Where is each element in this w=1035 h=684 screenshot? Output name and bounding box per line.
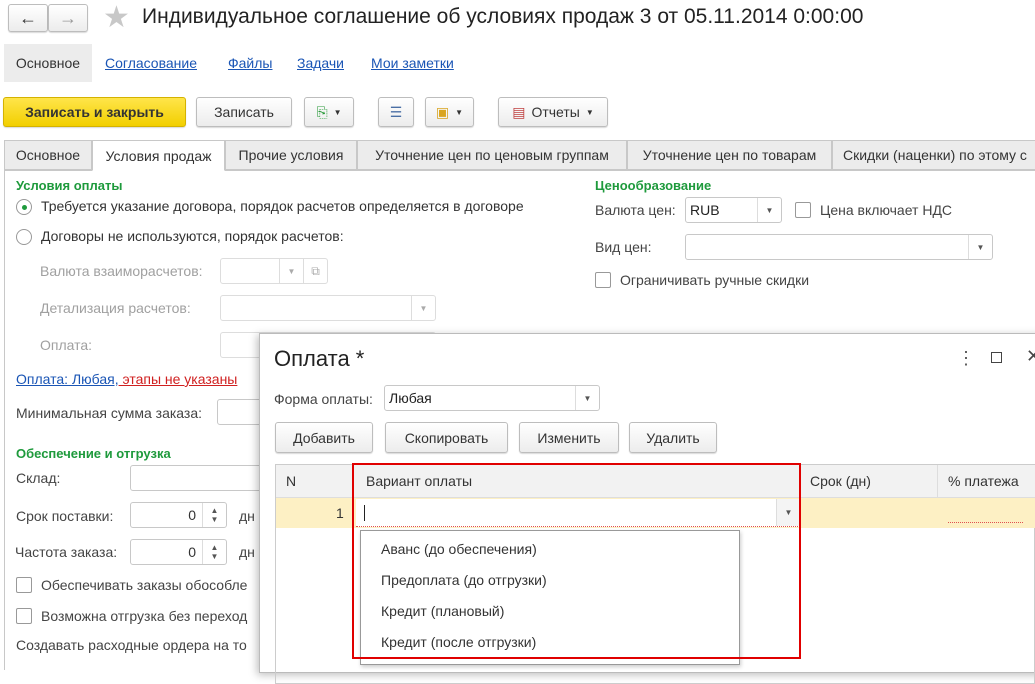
price-type-label: Вид цен: <box>595 239 652 255</box>
percent-cell-underline <box>948 522 1023 523</box>
chevron-down-icon: ▼ <box>585 107 594 117</box>
tab-price-groups[interactable]: Уточнение цен по ценовым группам <box>357 140 627 170</box>
warehouse-field[interactable] <box>130 465 280 491</box>
checkbox-limit-discounts-label: Ограничивать ручные скидки <box>620 272 810 288</box>
delivery-days-label: дн <box>239 508 255 524</box>
list-icon: ☰ <box>389 103 403 120</box>
forward-button[interactable]: → <box>48 4 88 32</box>
price-currency-select[interactable]: RUB ▼ <box>685 197 782 223</box>
col-term[interactable]: Срок (дн) <box>810 473 871 489</box>
currency-field[interactable]: ▼ ⧉ <box>220 258 328 284</box>
spin-icon[interactable]: ▲ ▼ <box>202 503 226 527</box>
nav-notes[interactable]: Мои заметки <box>371 55 454 71</box>
freq-stepper[interactable]: 0 ▲ ▼ <box>130 539 227 565</box>
nav-approval[interactable]: Согласование <box>105 55 197 71</box>
radio-no-contracts-label: Договоры не используются, порядок расчет… <box>41 228 344 244</box>
freq-days-label: дн <box>239 544 255 560</box>
print-button[interactable]: ▣ ▼ <box>425 97 474 127</box>
tab-other-terms[interactable]: Прочие условия <box>225 140 357 170</box>
radio-contract-required-label: Требуется указание договора, порядок рас… <box>41 198 524 214</box>
delivery-stepper[interactable]: 0 ▲ ▼ <box>130 502 227 528</box>
tab-main[interactable]: Основное <box>4 140 92 170</box>
delivery-label: Срок поставки: <box>16 508 114 524</box>
chevron-down-icon: ▼ <box>333 107 342 117</box>
form-value: Любая <box>389 390 432 406</box>
pricing-header: Ценообразование <box>595 178 712 193</box>
price-currency-label: Валюта цен: <box>595 202 676 218</box>
checkbox-separate[interactable] <box>16 577 32 593</box>
dialog-title: Оплата * <box>274 346 365 371</box>
checkbox-vat-label: Цена включает НДС <box>820 202 953 218</box>
detail-field[interactable]: ▼ <box>220 295 436 321</box>
star-icon[interactable]: ★ <box>103 0 130 35</box>
chevron-down-icon[interactable]: ▼ <box>757 198 781 222</box>
copy-button[interactable]: Скопировать <box>385 422 508 453</box>
checkbox-separate-label: Обеспечивать заказы обособле <box>41 577 248 593</box>
create-orders-label: Создавать расходные ордера на то <box>16 637 247 653</box>
payment-link-red[interactable]: этапы не указаны <box>119 371 237 387</box>
document-arrow-icon: ⎘ <box>316 103 328 120</box>
col-percent[interactable]: % платежа <box>948 473 1019 489</box>
payment-link-blue[interactable]: Оплата: Любая, <box>16 371 119 387</box>
reports-button[interactable]: ▤ Отчеты ▼ <box>498 97 608 127</box>
payment-header: Условия оплаты <box>16 178 123 193</box>
checkbox-limit-discounts[interactable] <box>595 272 611 288</box>
tab-price-goods[interactable]: Уточнение цен по товарам <box>627 140 832 170</box>
freq-label: Частота заказа: <box>15 544 118 560</box>
spin-icon[interactable]: ▲ ▼ <box>202 540 226 564</box>
payment-dialog: Оплата * ⋮ ✕ Форма оплаты: Любая ▼ Добави… <box>259 333 1035 684</box>
create-based-on-button[interactable]: ⎘ ▼ <box>304 97 354 127</box>
radio-no-contracts[interactable] <box>16 229 32 245</box>
edit-button[interactable]: Изменить <box>519 422 619 453</box>
chevron-down-icon[interactable]: ▼ <box>968 235 992 259</box>
min-sum-label: Минимальная сумма заказа: <box>16 405 203 421</box>
nav-main[interactable]: Основное <box>4 44 92 82</box>
save-button[interactable]: Записать <box>196 97 292 127</box>
checkbox-ship-without[interactable] <box>16 608 32 624</box>
nav-tasks[interactable]: Задачи <box>297 55 344 71</box>
arrow-right-icon: → <box>59 7 77 28</box>
close-icon[interactable]: ✕ <box>1026 346 1035 367</box>
form-label: Форма оплаты: <box>274 391 373 407</box>
price-currency-value: RUB <box>690 202 720 218</box>
radio-contract-required[interactable] <box>16 199 32 215</box>
highlight-box <box>352 463 801 659</box>
maximize-icon[interactable] <box>991 352 1002 363</box>
chevron-down-icon[interactable]: ▼ <box>279 259 303 283</box>
freq-value: 0 <box>188 544 196 560</box>
tab-discounts[interactable]: Скидки (наценки) по этому с <box>832 140 1035 170</box>
detail-label: Детализация расчетов: <box>40 300 191 316</box>
chevron-down-icon[interactable]: ▼ <box>575 386 599 410</box>
tab-sales-terms[interactable]: Условия продаж <box>92 140 225 171</box>
list-button[interactable]: ☰ <box>378 97 414 127</box>
col-n[interactable]: N <box>286 473 296 489</box>
save-close-button[interactable]: Записать и закрыть <box>3 97 186 127</box>
delivery-value: 0 <box>188 507 196 523</box>
more-icon[interactable]: ⋮ <box>957 348 975 369</box>
document-clock-icon: ▣ <box>435 103 450 120</box>
row-number: 1 <box>336 505 344 521</box>
price-type-select[interactable]: ▼ <box>685 234 993 260</box>
pay-label: Оплата: <box>40 337 93 353</box>
delete-button[interactable]: Удалить <box>629 422 717 453</box>
arrow-left-icon: ← <box>19 7 37 28</box>
payment-link[interactable]: Оплата: Любая, этапы не указаны <box>16 371 237 387</box>
form-select[interactable]: Любая ▼ <box>384 385 600 411</box>
back-button[interactable]: ← <box>8 4 48 32</box>
add-button[interactable]: Добавить <box>275 422 373 453</box>
chevron-down-icon: ▼ <box>455 107 464 117</box>
page-title: Индивидуальное соглашение об условиях пр… <box>142 5 864 28</box>
nav-files[interactable]: Файлы <box>228 55 272 71</box>
report-icon: ▤ <box>512 103 526 120</box>
shipping-header: Обеспечение и отгрузка <box>16 446 171 461</box>
currency-label: Валюта взаиморасчетов: <box>40 263 203 279</box>
open-icon[interactable]: ⧉ <box>303 259 327 283</box>
checkbox-vat[interactable] <box>795 202 811 218</box>
chevron-down-icon[interactable]: ▼ <box>411 296 435 320</box>
checkbox-ship-without-label: Возможна отгрузка без переход <box>41 608 248 624</box>
warehouse-label: Склад: <box>16 470 61 486</box>
